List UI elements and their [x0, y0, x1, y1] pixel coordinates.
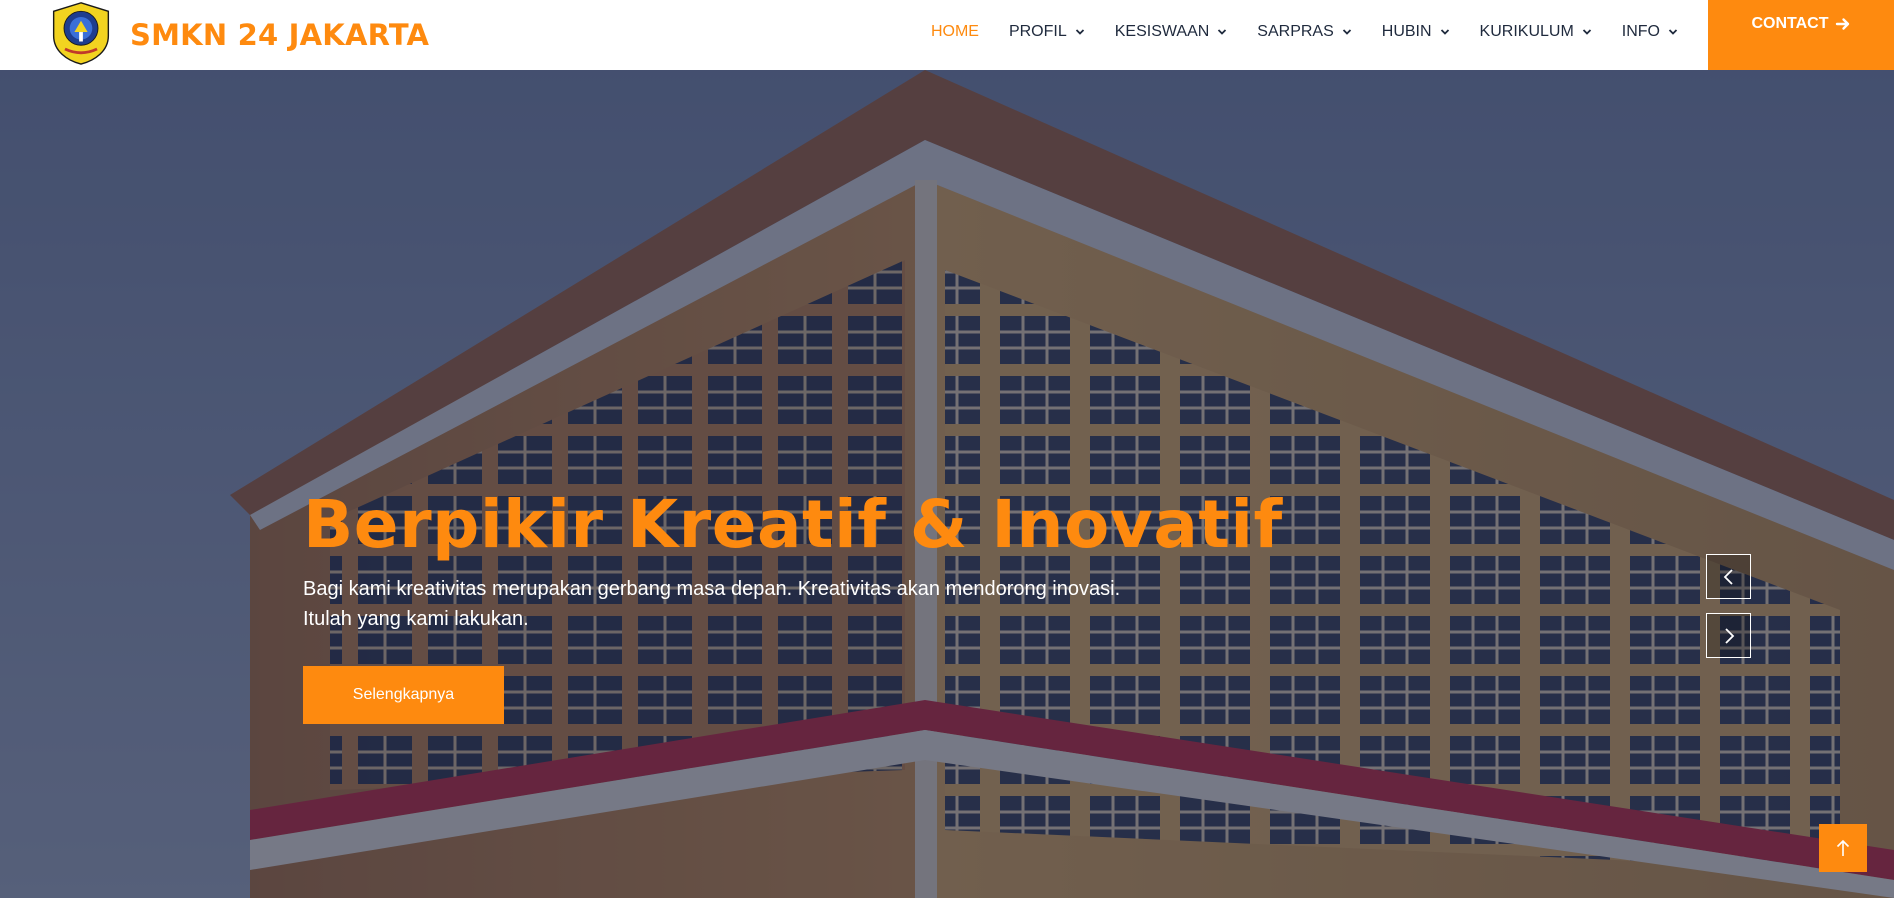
- chevron-down-icon: [1582, 29, 1591, 35]
- nav-home-label: HOME: [930, 23, 979, 40]
- chevron-down-icon: [1342, 29, 1351, 35]
- nav-sarpras-label: SARPRAS: [1257, 23, 1334, 40]
- chevron-left-icon: [1723, 568, 1733, 585]
- hero-title: Berpikir Kreatif & Inovatif: [303, 486, 1283, 563]
- school-crest-icon: [52, 2, 110, 65]
- carousel-prev-button[interactable]: [1706, 554, 1751, 599]
- hero-overlay: [0, 70, 1894, 898]
- contact-button[interactable]: CONTACT: [1708, 0, 1894, 70]
- arrow-up-icon: [1836, 839, 1850, 856]
- brand[interactable]: SMKN 24 JAKARTA: [46, 0, 429, 70]
- nav-kesiswaan-label: KESISWAAN: [1114, 23, 1210, 40]
- main-menu: HOME PROFIL KESISWAAN SARPRAS HUBIN KURI…: [901, 0, 1678, 64]
- nav-profil[interactable]: PROFIL: [1009, 23, 1085, 41]
- nav-kurikulum-label: KURIKULUM: [1479, 23, 1574, 40]
- back-to-top-button[interactable]: [1819, 824, 1867, 872]
- hero-description: Bagi kami kreativitas merupakan gerbang …: [303, 578, 1121, 630]
- nav-sarpras[interactable]: SARPRAS: [1257, 23, 1351, 41]
- nav-home[interactable]: HOME: [931, 23, 979, 41]
- brand-name: SMKN 24 JAKARTA: [130, 18, 430, 52]
- hero-carousel: Berpikir Kreatif & Inovatif Bagi kami kr…: [0, 70, 1894, 898]
- chevron-down-icon: [1668, 29, 1678, 35]
- nav-hubin-label: HUBIN: [1381, 23, 1432, 40]
- nav-hubin[interactable]: HUBIN: [1382, 23, 1450, 41]
- chevron-right-icon: [1724, 627, 1734, 644]
- nav-profil-label: PROFIL: [1008, 23, 1067, 40]
- contact-label: CONTACT: [1751, 15, 1829, 32]
- nav-kurikulum[interactable]: KURIKULUM: [1480, 23, 1592, 41]
- chevron-down-icon: [1440, 29, 1449, 35]
- read-more-button[interactable]: Selengkapnya: [303, 666, 504, 724]
- chevron-down-icon: [1075, 29, 1084, 35]
- nav-kesiswaan[interactable]: KESISWAAN: [1115, 23, 1228, 41]
- nav-info-label: INFO: [1621, 23, 1660, 40]
- nav-info[interactable]: INFO: [1622, 23, 1678, 41]
- chevron-down-icon: [1218, 29, 1227, 35]
- navbar: SMKN 24 JAKARTA HOME PROFIL KESISWAAN SA…: [0, 0, 1894, 70]
- carousel-next-button[interactable]: [1706, 613, 1751, 658]
- arrow-right-icon: [1835, 18, 1849, 30]
